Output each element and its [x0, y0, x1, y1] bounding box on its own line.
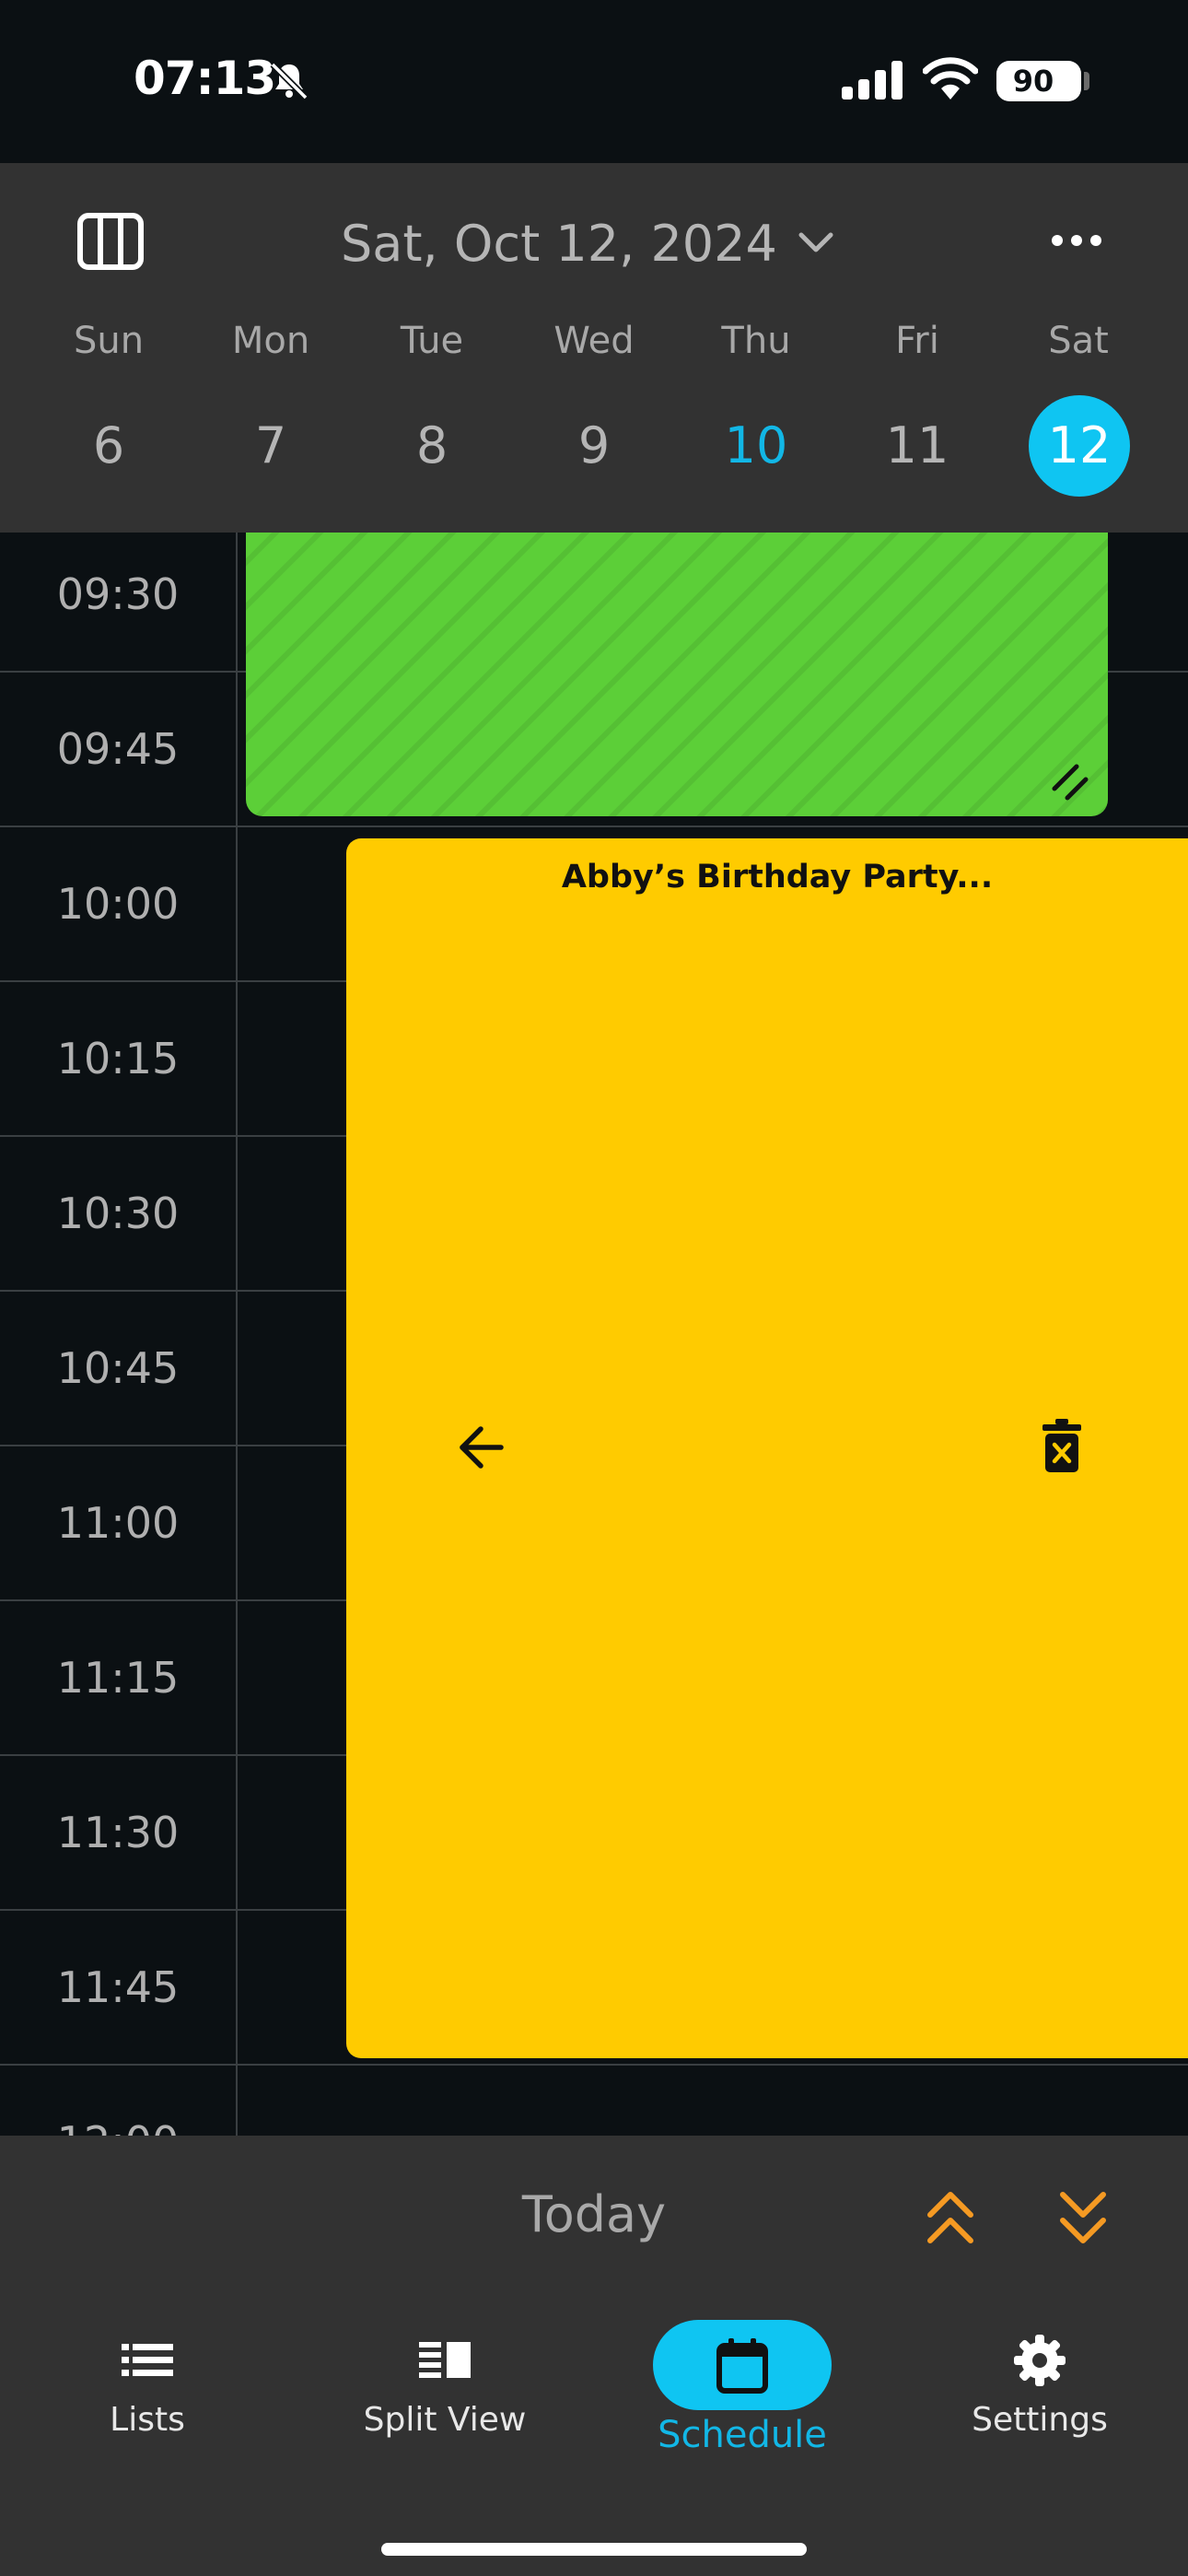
- today-button[interactable]: Today: [479, 2185, 709, 2243]
- calendar-header: Sat, Oct 12, 2024 Sun Mon Tue Wed Thu Fr…: [0, 163, 1188, 533]
- signal-icon: [842, 61, 903, 100]
- time-label: 11:30: [56, 1808, 180, 1857]
- tab-settings[interactable]: Settings: [934, 2320, 1146, 2449]
- time-label: 11:45: [56, 1962, 180, 2012]
- weekday-label: Thu: [721, 320, 791, 362]
- tab-label: Schedule: [658, 2414, 827, 2456]
- weekday-label: Tue: [400, 320, 464, 362]
- battery-level: 90: [1012, 64, 1054, 99]
- more-options-icon[interactable]: [1050, 229, 1103, 252]
- event-title: Abby’s Birthday Party...: [561, 859, 994, 896]
- day-number-row: 6 7 8 9 10 11 12: [0, 395, 1188, 497]
- weekday-label: Sun: [73, 320, 145, 362]
- time-label: 10:45: [56, 1343, 180, 1393]
- day-10-today[interactable]: 10: [705, 395, 807, 497]
- day-11[interactable]: 11: [867, 395, 968, 497]
- arrow-left-icon[interactable]: [457, 1424, 505, 1470]
- bell-muted-icon: [270, 62, 309, 100]
- time-slot[interactable]: 12:00: [0, 2066, 1188, 2136]
- weekday-label: Sat: [1048, 320, 1109, 362]
- double-chevron-up-icon[interactable]: [925, 2189, 976, 2246]
- tab-lists[interactable]: Lists: [41, 2320, 253, 2449]
- list-icon: [122, 2344, 173, 2376]
- home-indicator: [381, 2543, 807, 2556]
- time-label: 09:30: [56, 569, 180, 619]
- weekday-label: Wed: [553, 320, 635, 362]
- date-picker-button[interactable]: Sat, Oct 12, 2024: [341, 211, 834, 275]
- day-8[interactable]: 8: [381, 395, 483, 497]
- yellow-event-block[interactable]: Abby’s Birthday Party...: [346, 838, 1188, 2058]
- tab-label: Split View: [363, 2401, 527, 2439]
- weekday-label: Fri: [895, 320, 939, 362]
- day-7[interactable]: 7: [220, 395, 321, 497]
- day-6[interactable]: 6: [58, 395, 159, 497]
- day-9[interactable]: 9: [543, 395, 645, 497]
- status-bar: 07:13 90: [0, 0, 1188, 163]
- time-label: 09:45: [56, 724, 180, 774]
- gear-icon: [1014, 2335, 1066, 2386]
- tab-split-view[interactable]: Split View: [339, 2320, 551, 2449]
- time-label: 11:00: [56, 1498, 180, 1548]
- double-chevron-down-icon[interactable]: [1057, 2189, 1109, 2246]
- battery-indicator: 90: [996, 61, 1081, 101]
- time-label: 10:30: [56, 1188, 180, 1238]
- time-label: 10:00: [56, 879, 180, 929]
- weekday-row: Sun Mon Tue Wed Thu Fri Sat: [0, 320, 1188, 375]
- date-title: Sat, Oct 12, 2024: [341, 214, 777, 273]
- time-label: 11:15: [56, 1653, 180, 1703]
- time-label: 10:15: [56, 1034, 180, 1083]
- week-columns-icon[interactable]: [77, 213, 144, 270]
- weekday-label: Mon: [231, 320, 310, 362]
- resize-handle-icon[interactable]: [1049, 761, 1091, 803]
- wifi-icon: [923, 57, 978, 100]
- split-view-icon: [419, 2342, 471, 2378]
- time-label: 12:00: [0, 2117, 236, 2136]
- day-timeline[interactable]: 09:30 09:45 10:00 10:15 10:30 10:45 11:0…: [0, 533, 1188, 2136]
- battery-tip: [1084, 72, 1089, 90]
- day-12-selected[interactable]: 12: [1029, 395, 1130, 497]
- status-time: 07:13: [134, 52, 276, 105]
- tab-schedule[interactable]: Schedule: [636, 2320, 848, 2456]
- calendar-icon: [716, 2338, 768, 2394]
- tab-label: Settings: [972, 2401, 1108, 2439]
- green-event-block[interactable]: [246, 533, 1108, 816]
- delete-trash-icon[interactable]: [1042, 1419, 1081, 1472]
- bottom-panel: Today Lists Split View Schedule Settings: [0, 2136, 1188, 2576]
- chevron-down-icon: [798, 232, 833, 252]
- tab-label: Lists: [110, 2401, 185, 2439]
